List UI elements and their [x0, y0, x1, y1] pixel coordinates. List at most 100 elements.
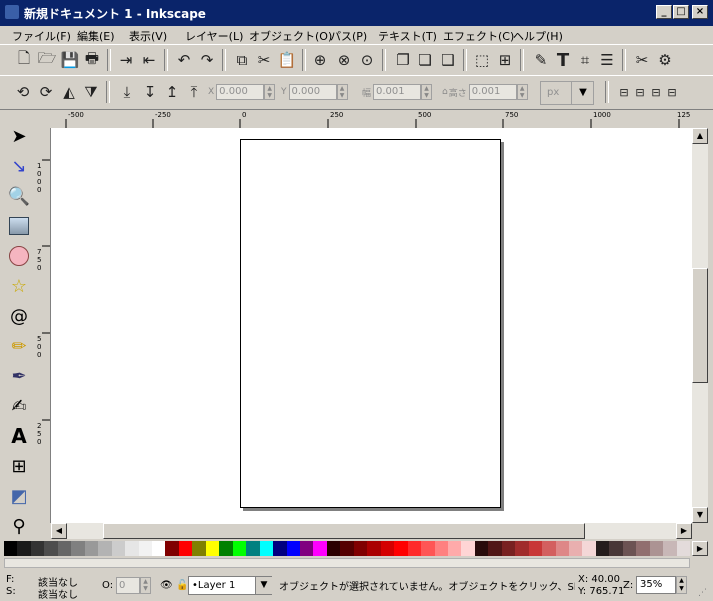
- redo-icon[interactable]: ↷: [197, 50, 217, 70]
- palette-swatch[interactable]: [447, 541, 462, 556]
- palette-swatch[interactable]: [676, 541, 691, 556]
- palette-swatch[interactable]: [488, 541, 502, 556]
- paste-icon[interactable]: 📋: [277, 50, 297, 70]
- palette-swatch[interactable]: [138, 541, 152, 556]
- palette-swatch[interactable]: [232, 541, 247, 556]
- palette-swatch[interactable]: [622, 541, 637, 556]
- maximize-button[interactable]: □: [673, 5, 689, 19]
- horizontal-scroll-thumb[interactable]: [103, 523, 585, 539]
- palette-swatch[interactable]: [340, 541, 354, 556]
- menu-layer[interactable]: レイヤー(L): [185, 28, 243, 44]
- palette-swatch[interactable]: [259, 541, 274, 556]
- palette-swatch[interactable]: [17, 541, 31, 556]
- palette-swatch[interactable]: [299, 541, 314, 556]
- zoom-selection-icon[interactable]: ⊕: [310, 50, 330, 70]
- height-stepper[interactable]: ▲ ▼: [516, 84, 528, 100]
- eye-icon[interactable]: 👁: [160, 580, 173, 591]
- palette-swatch[interactable]: [98, 541, 112, 556]
- unit-select[interactable]: px ▼: [540, 81, 594, 105]
- palette-swatch[interactable]: [313, 541, 327, 556]
- preferences-icon[interactable]: ✂: [632, 50, 652, 70]
- layer-select[interactable]: •Layer 1 ▼: [188, 576, 272, 595]
- ellipse-tool-icon[interactable]: [5, 242, 33, 270]
- palette-swatch[interactable]: [555, 541, 570, 556]
- palette-swatch[interactable]: [542, 541, 556, 556]
- scroll-up-icon[interactable]: ▲: [692, 128, 708, 144]
- palette-swatch[interactable]: [84, 541, 99, 556]
- xml-editor-icon[interactable]: ⌗: [575, 50, 595, 70]
- document-properties-icon[interactable]: ⚙: [655, 50, 675, 70]
- lock-icon[interactable]: 🔓: [176, 580, 188, 591]
- palette-swatch[interactable]: [636, 541, 650, 556]
- clone-icon[interactable]: ❏: [415, 50, 435, 70]
- fill-stroke-icon[interactable]: ✎: [531, 50, 551, 70]
- undo-icon[interactable]: ↶: [174, 50, 194, 70]
- lock-icon[interactable]: ⌂: [442, 87, 448, 97]
- palette-swatch[interactable]: [125, 541, 139, 556]
- horizontal-scrollbar[interactable]: ◀ ▶: [51, 523, 692, 539]
- raise-top-icon[interactable]: ⤒: [184, 82, 204, 102]
- calligraphy-tool-icon[interactable]: ✍: [5, 392, 33, 420]
- node-tool-icon[interactable]: ↘: [5, 152, 33, 180]
- lower-icon[interactable]: ↧: [140, 82, 160, 102]
- menu-effects[interactable]: エフェクト(C): [443, 28, 514, 44]
- height-field[interactable]: 0.001: [468, 84, 517, 100]
- document-page[interactable]: [240, 139, 501, 508]
- menu-edit[interactable]: 編集(E): [77, 28, 115, 44]
- palette-swatch[interactable]: [649, 541, 664, 556]
- copy-icon[interactable]: ⧉: [232, 50, 252, 70]
- palette-swatch[interactable]: [111, 541, 126, 556]
- vertical-scrollbar[interactable]: ▲ ▼: [692, 128, 708, 523]
- palette-swatch[interactable]: [273, 541, 287, 556]
- scroll-down-icon[interactable]: ▼: [692, 507, 708, 523]
- menu-text[interactable]: テキスト(T): [378, 28, 437, 44]
- palette-swatch[interactable]: [192, 541, 206, 556]
- palette-swatch[interactable]: [501, 541, 516, 556]
- palette-swatch[interactable]: [71, 541, 85, 556]
- selector-tool-icon[interactable]: ➤: [5, 122, 33, 150]
- gradient-tool-icon[interactable]: ◩: [5, 482, 33, 510]
- import-icon[interactable]: ⇥: [116, 50, 136, 70]
- x-field[interactable]: 0.000: [216, 84, 265, 100]
- menu-view[interactable]: 表示(V): [129, 28, 167, 44]
- width-stepper[interactable]: ▲ ▼: [421, 84, 433, 100]
- minimize-button[interactable]: _: [656, 5, 672, 19]
- palette-scrollbar[interactable]: [4, 558, 690, 568]
- chevron-down-icon[interactable]: ▼: [571, 82, 594, 104]
- y-stepper[interactable]: ▲ ▼: [336, 84, 348, 100]
- zoom-page-icon[interactable]: ⊙: [357, 50, 377, 70]
- palette-swatch[interactable]: [663, 541, 677, 556]
- palette-swatch[interactable]: [394, 541, 408, 556]
- dropper-tool-icon[interactable]: ⚲: [5, 512, 33, 540]
- pencil-tool-icon[interactable]: ✏: [5, 332, 33, 360]
- palette-swatch[interactable]: [380, 541, 395, 556]
- menu-file[interactable]: ファイル(F): [12, 28, 71, 44]
- chevron-down-icon[interactable]: ▼: [255, 577, 272, 594]
- opacity-field[interactable]: 0: [116, 577, 140, 594]
- zoom-field[interactable]: 35%: [636, 576, 676, 594]
- ungroup-icon[interactable]: ⊞: [495, 50, 515, 70]
- zoom-tool-icon[interactable]: 🔍: [5, 182, 33, 210]
- rotate-cw-icon[interactable]: ⟳: [36, 82, 56, 102]
- opacity-stepper[interactable]: ▲ ▼: [140, 577, 151, 594]
- palette-swatch[interactable]: [461, 541, 475, 556]
- palette-swatch[interactable]: [326, 541, 341, 556]
- palette-swatch[interactable]: [528, 541, 543, 556]
- align-distribute-icon[interactable]: ☰: [597, 50, 617, 70]
- palette-scroll-icon[interactable]: ▶: [692, 541, 708, 556]
- move-patterns-icon[interactable]: ⊟: [662, 82, 682, 102]
- palette-swatch[interactable]: [165, 541, 179, 556]
- open-icon[interactable]: 🗁: [37, 49, 57, 70]
- menu-path[interactable]: パス(P): [330, 28, 367, 44]
- raise-icon[interactable]: ↥: [162, 82, 182, 102]
- star-tool-icon[interactable]: ☆: [5, 272, 33, 300]
- zoom-stepper[interactable]: ▲ ▼: [676, 576, 687, 594]
- connector-tool-icon[interactable]: ⊞: [5, 452, 33, 480]
- text-font-icon[interactable]: T: [553, 50, 573, 71]
- palette-swatch[interactable]: [569, 541, 583, 556]
- export-icon[interactable]: ⇤: [139, 50, 159, 70]
- flip-horizontal-icon[interactable]: ◭: [59, 82, 79, 102]
- palette-swatch[interactable]: [421, 541, 435, 556]
- menu-help[interactable]: ヘルプ(H): [513, 28, 563, 44]
- lower-bottom-icon[interactable]: ⤓: [117, 82, 137, 102]
